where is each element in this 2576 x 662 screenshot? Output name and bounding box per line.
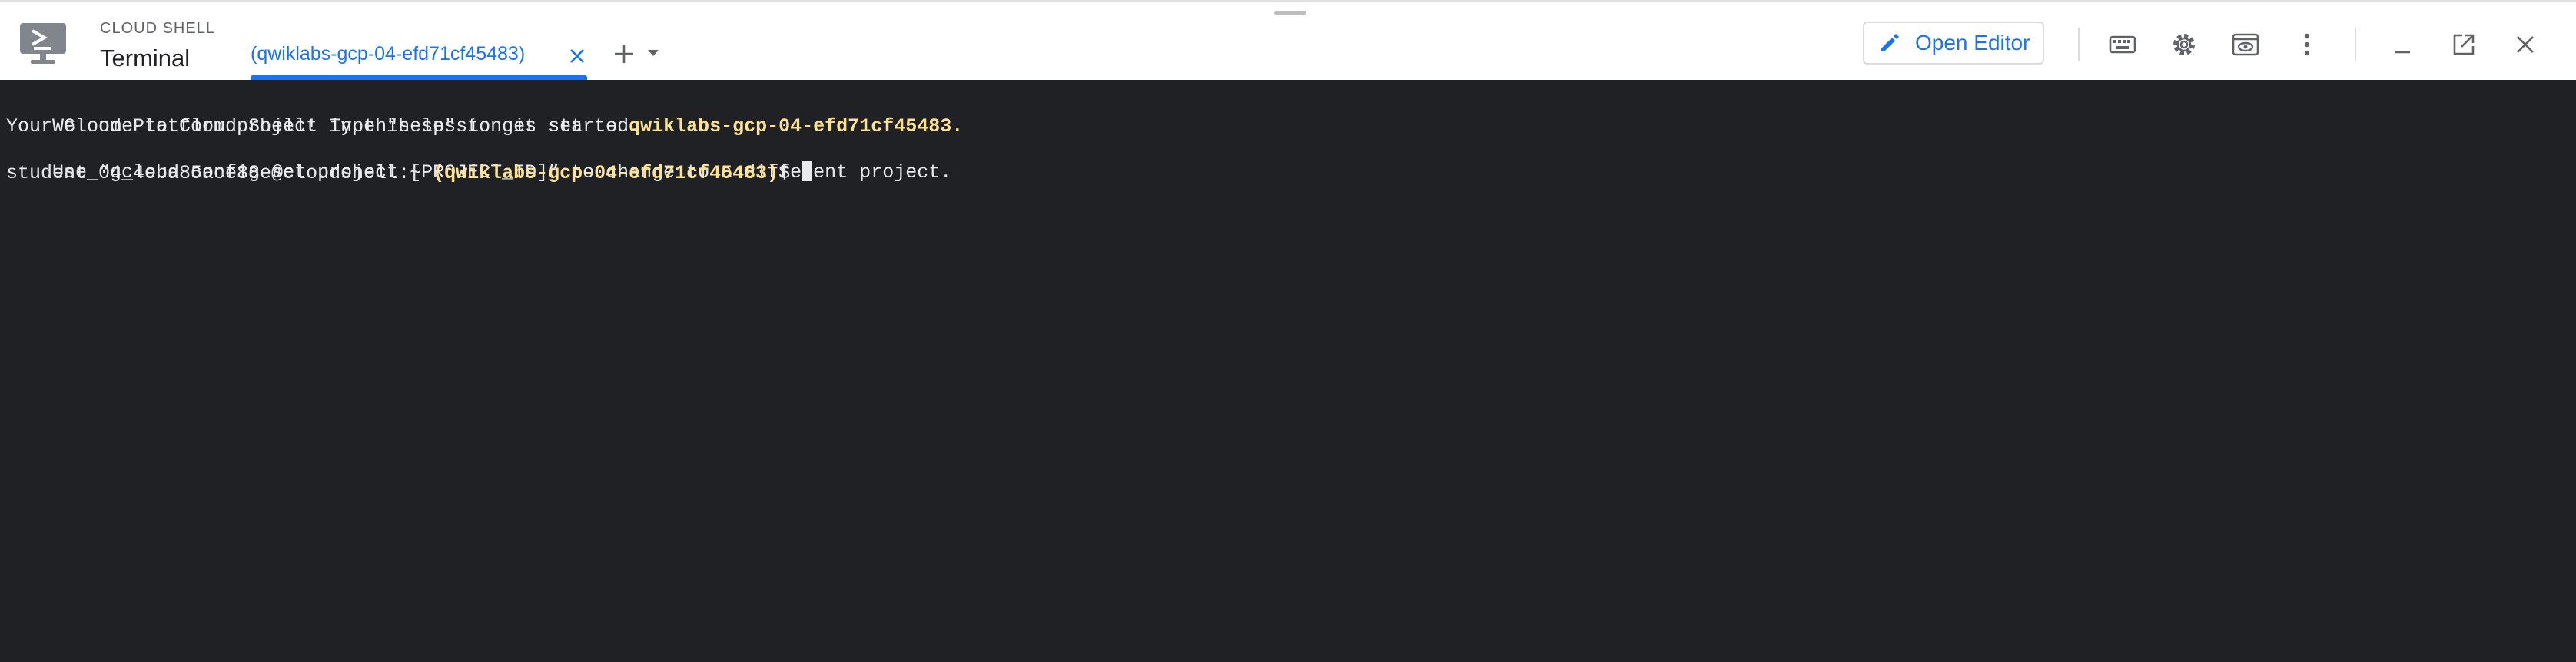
web-preview-icon[interactable] — [2230, 29, 2261, 60]
close-icon[interactable] — [567, 46, 587, 66]
project-info-text: Your Cloud Platform project in this sess… — [6, 115, 629, 137]
terminal-output[interactable]: Welcome to Cloud Shell! Type "help" to g… — [0, 80, 2576, 662]
resize-drag-handle[interactable] — [1274, 11, 1306, 15]
app-name: CLOUD SHELL — [100, 20, 215, 37]
project-id-text: qwiklabs-gcp-04-efd71cf45483 — [629, 115, 952, 137]
terminal-cursor[interactable] — [802, 161, 813, 181]
more-vert-icon[interactable] — [2292, 29, 2322, 60]
terminal-line: Use “gcloud config set project [PROJECT_… — [6, 138, 2570, 184]
open-in-new-icon[interactable] — [2448, 29, 2479, 60]
project-info-period: . — [951, 115, 964, 137]
plus-icon[interactable] — [612, 41, 636, 66]
keyboard-icon[interactable] — [2107, 29, 2138, 60]
app-subtitle: Terminal — [100, 45, 191, 71]
terminal-tab[interactable]: (qwiklabs-gcp-04-efd71cf45483) — [251, 35, 587, 80]
terminal-tab-label: (qwiklabs-gcp-04-efd71cf45483) — [251, 43, 526, 65]
minimize-icon[interactable] — [2387, 29, 2418, 60]
chevron-down-icon[interactable] — [646, 48, 661, 58]
terminal-prompt-line[interactable]: student_04_4eba85ace88e@cloudshell:~ (qw… — [6, 161, 2570, 184]
gear-icon[interactable] — [2169, 29, 2199, 60]
terminal-line: Your Cloud Platform project in this sess… — [6, 115, 2570, 138]
toolbar-divider — [2355, 28, 2356, 61]
open-editor-button[interactable]: Open Editor — [1863, 22, 2044, 65]
prompt-symbol: $ — [778, 162, 802, 184]
open-editor-label: Open Editor — [1915, 31, 2030, 55]
close-icon[interactable] — [2510, 29, 2541, 60]
terminal-line: Welcome to Cloud Shell! Type "help" to g… — [6, 92, 2570, 137]
cloud-shell-terminal-icon — [20, 23, 66, 64]
pencil-icon — [1881, 34, 1899, 51]
prompt-project: (qwiklabs-gcp-04-efd71cf45483) — [433, 162, 779, 184]
toolbar-divider — [2078, 28, 2080, 61]
cloud-shell-header: CLOUD SHELL Terminal (qwiklabs-gcp-04-ef… — [0, 0, 2576, 80]
prompt-user: student_04_4eba85ace88e@cloudshell:~ — [6, 162, 433, 184]
